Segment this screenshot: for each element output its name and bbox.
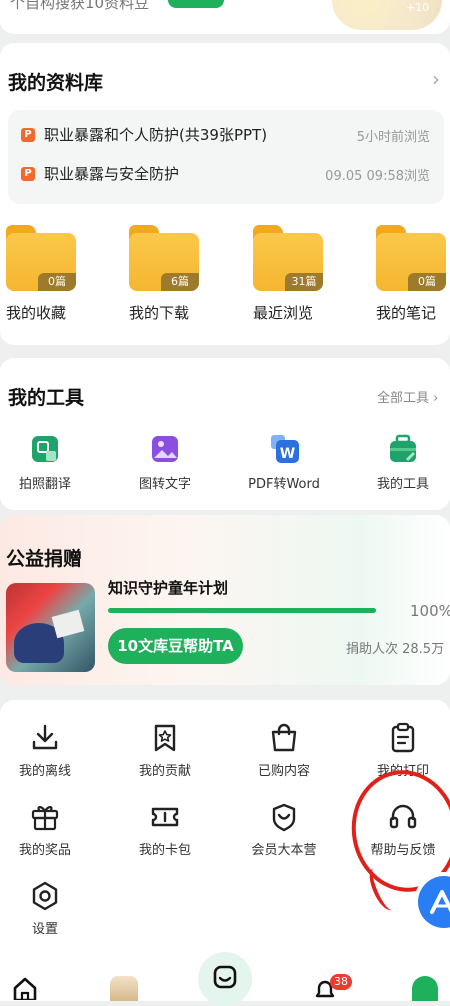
service-offline[interactable]: 我的离线 [0, 722, 90, 779]
service-contribution[interactable]: 我的贡献 [120, 722, 210, 779]
vip-tab-icon[interactable] [110, 976, 138, 1001]
bottom-nav: 38 [0, 952, 450, 1006]
card-icon [151, 807, 179, 827]
folder-recent[interactable]: 31篇 [253, 225, 323, 291]
assistant-icon [430, 890, 450, 914]
ppt-icon: P [21, 128, 35, 142]
svg-text:W: W [280, 446, 295, 462]
service-purchased[interactable]: 已购内容 [239, 722, 329, 779]
profile-tab-icon[interactable] [412, 976, 438, 1001]
top-strip: 个自构搜获10资料豆 +10 [0, 0, 450, 34]
ppt-icon: P [21, 167, 35, 181]
photo-translate-icon[interactable] [30, 434, 60, 464]
recent-item[interactable]: P 职业暴露和个人防护(共39张PPT) 5小时前浏览 [8, 118, 444, 154]
task-text: 个自构搜获10资料豆 [10, 0, 150, 12]
coin-count: +10 [406, 1, 430, 14]
folder-count: 6篇 [161, 273, 199, 291]
service-vip[interactable]: 会员大本营 [239, 801, 329, 858]
chevron-right-icon[interactable]: › [432, 67, 440, 91]
task-button[interactable] [168, 0, 224, 8]
home-icon[interactable] [12, 976, 38, 1000]
folder-label: 我的收藏 [6, 304, 67, 322]
recent-item[interactable]: P 职业暴露与安全防护 09.05 09:58浏览 [8, 157, 444, 193]
folder-count: 31篇 [285, 273, 323, 291]
toolbox-icon[interactable] [388, 434, 418, 464]
shopping-bag-icon [271, 723, 297, 752]
progress-label: 100% [410, 602, 450, 620]
center-tab-button[interactable] [198, 952, 252, 1006]
tool-label: 我的工具 [376, 477, 429, 492]
library-title: 我的资料库 [8, 72, 104, 94]
folder-count: 0篇 [38, 273, 76, 291]
tools-card: 我的工具 全部工具 › 拍照翻译 图转文字 W PDF转Word 我的工具 [0, 358, 450, 510]
service-cards[interactable]: 我的卡包 [120, 801, 210, 858]
settings-icon [32, 881, 58, 911]
image-to-text-icon[interactable] [150, 434, 180, 464]
floating-assistant-button[interactable] [418, 876, 450, 928]
recent-time: 5小时前浏览 [356, 130, 430, 145]
gift-icon [31, 806, 59, 831]
recent-time: 09.05 09:58浏览 [325, 169, 430, 184]
pdf-to-word-icon[interactable]: W [270, 434, 300, 464]
notification-badge: 38 [330, 974, 352, 990]
folder-label: 最近浏览 [253, 304, 314, 322]
donation-stat: 捐助人次 28.5万 [346, 642, 445, 657]
progress-fill [108, 608, 376, 613]
all-tools-link[interactable]: 全部工具 › [377, 387, 438, 406]
tools-title: 我的工具 [8, 387, 85, 409]
recent-title: 职业暴露和个人防护(共39张PPT) [44, 126, 268, 144]
clipboard-icon [391, 722, 415, 753]
center-tab-icon [213, 965, 237, 989]
folder-count: 0篇 [408, 273, 446, 291]
charity-project: 知识守护童年计划 [108, 579, 229, 597]
charity-title: 公益捐赠 [6, 548, 83, 570]
folder-label: 我的笔记 [376, 304, 437, 322]
service-settings[interactable]: 设置 [0, 880, 90, 937]
bookmark-star-icon [154, 724, 176, 752]
folder-favorites[interactable]: 0篇 [6, 225, 76, 291]
donate-button[interactable]: 10文库豆帮助TA [108, 628, 243, 664]
tool-label: 拍照翻译 [18, 477, 71, 492]
vip-heart-icon [272, 803, 296, 832]
folder-label: 我的下载 [129, 304, 190, 322]
download-icon [32, 724, 58, 750]
recent-list: P 职业暴露和个人防护(共39张PPT) 5小时前浏览 P 职业暴露与安全防护 … [8, 110, 444, 204]
library-card: 我的资料库 › P 职业暴露和个人防护(共39张PPT) 5小时前浏览 P 职业… [0, 43, 450, 345]
recent-title: 职业暴露与安全防护 [44, 165, 180, 183]
tool-label: 图转文字 [138, 477, 191, 492]
charity-card: 公益捐赠 知识守护童年计划 100% 10文库豆帮助TA 捐助人次 28.5万 [0, 515, 450, 685]
tool-label: PDF转Word [248, 477, 320, 492]
service-prizes[interactable]: 我的奖品 [0, 801, 90, 858]
charity-photo[interactable] [6, 583, 95, 672]
folder-notes[interactable]: 0篇 [376, 225, 446, 291]
charity-progress [108, 608, 376, 613]
folder-downloads[interactable]: 6篇 [129, 225, 199, 291]
